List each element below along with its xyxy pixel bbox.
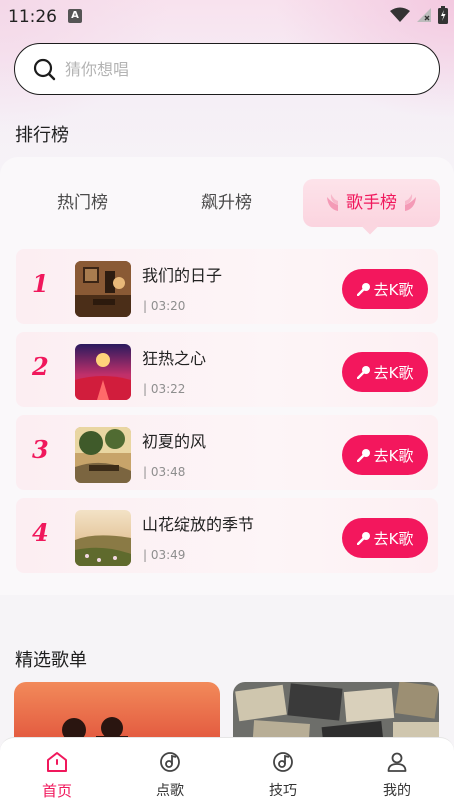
song-title: 狂热之心	[142, 349, 207, 368]
nav-tips-label: 技巧	[269, 783, 297, 799]
person-icon	[387, 752, 407, 772]
song-row[interactable]: 3 初夏的风 | 03:48 去K歌	[16, 415, 438, 490]
signal-icon	[417, 8, 431, 22]
tab-singer-chart[interactable]: 歌手榜	[303, 179, 440, 235]
sing-karaoke-button[interactable]: 去K歌	[342, 435, 428, 475]
sing-karaoke-button[interactable]: 去K歌	[342, 352, 428, 392]
sing-karaoke-label: 去K歌	[373, 529, 414, 548]
song-cover-image	[75, 510, 131, 566]
tips-disc-icon	[273, 752, 293, 772]
nav-home-label: 首页	[41, 782, 72, 800]
home-icon	[47, 752, 67, 772]
rank-number: 3	[32, 435, 49, 464]
song-title: 山花绽放的季节	[142, 515, 255, 534]
rank-number: 4	[32, 518, 49, 547]
song-cover-image	[75, 261, 131, 317]
song-duration: | 03:22	[143, 382, 186, 396]
song-row[interactable]: 4 山花绽放的季节 | 03:49 去K歌	[16, 498, 438, 573]
tab-singer-label: 歌手榜	[346, 193, 397, 213]
tab-hot-chart[interactable]: 热门榜	[30, 179, 135, 227]
nav-tips[interactable]: 技巧	[243, 750, 323, 800]
microphone-icon	[356, 283, 370, 296]
rank-number: 1	[32, 269, 49, 298]
nav-profile[interactable]: 我的	[357, 750, 437, 800]
song-duration: | 03:49	[143, 548, 186, 562]
status-icons	[390, 6, 448, 24]
search-icon	[33, 58, 56, 81]
bottom-navigation: 首页 点歌 技巧 我的	[0, 737, 454, 807]
wing-right-icon	[405, 194, 416, 211]
nav-profile-label: 我的	[383, 783, 411, 799]
battery-icon	[438, 6, 448, 24]
search-input[interactable]	[65, 56, 405, 82]
song-duration: | 03:20	[143, 299, 186, 313]
microphone-icon	[356, 366, 370, 379]
song-cover-image	[75, 344, 131, 400]
sing-karaoke-label: 去K歌	[373, 446, 414, 465]
search-box[interactable]	[14, 43, 440, 95]
tab-pointer	[361, 217, 379, 235]
nav-song-request-label: 点歌	[156, 783, 184, 799]
music-disc-icon	[160, 752, 180, 772]
nav-home[interactable]: 首页	[17, 750, 97, 801]
ranking-card: 热门榜 飙升榜 歌手榜 1 我们的日子 | 03:20 去K歌 2 狂热之心 |…	[0, 157, 454, 595]
ranking-section-title: 排行榜	[15, 125, 69, 146]
sing-karaoke-label: 去K歌	[373, 280, 414, 299]
sing-karaoke-label: 去K歌	[373, 363, 414, 382]
tab-rising-chart[interactable]: 飙升榜	[174, 179, 279, 227]
status-bar: 11:26 A	[0, 0, 454, 34]
wing-left-icon	[327, 194, 338, 211]
playlist-section-title: 精选歌单	[15, 650, 87, 671]
sing-karaoke-button[interactable]: 去K歌	[342, 269, 428, 309]
song-title: 我们的日子	[142, 266, 223, 285]
status-time: 11:26	[8, 7, 57, 27]
rank-number: 2	[32, 352, 49, 381]
song-row[interactable]: 2 狂热之心 | 03:22 去K歌	[16, 332, 438, 407]
song-title: 初夏的风	[142, 432, 207, 451]
song-row[interactable]: 1 我们的日子 | 03:20 去K歌	[16, 249, 438, 324]
wifi-icon	[390, 7, 410, 22]
microphone-icon	[356, 532, 370, 545]
sing-karaoke-button[interactable]: 去K歌	[342, 518, 428, 558]
nav-song-request[interactable]: 点歌	[130, 750, 210, 800]
song-duration: | 03:48	[143, 465, 186, 479]
microphone-icon	[356, 449, 370, 462]
notification-a-icon: A	[68, 9, 82, 23]
song-cover-image	[75, 427, 131, 483]
